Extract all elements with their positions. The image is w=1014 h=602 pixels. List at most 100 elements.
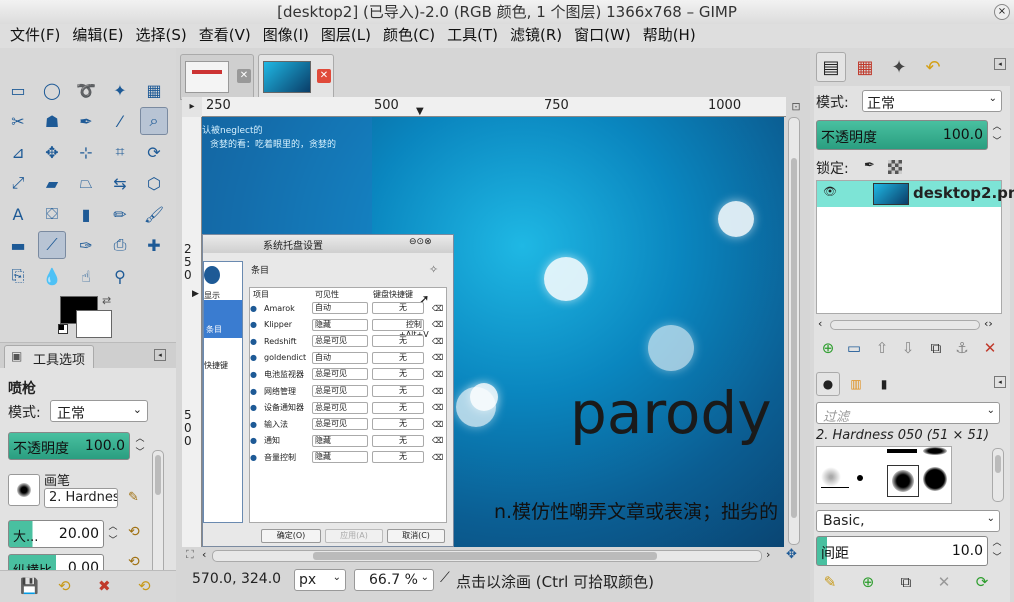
shortcut-button[interactable]: 无 xyxy=(372,368,424,381)
menu-filters[interactable]: 滤镜(R) xyxy=(504,24,568,48)
visibility-dropdown[interactable]: 总是可见 xyxy=(312,401,368,414)
shortcut-button[interactable]: 无 xyxy=(372,385,424,397)
brush-swatch[interactable] xyxy=(923,467,947,491)
blur-icon[interactable]: 💧 xyxy=(38,262,66,290)
clear-shortcut-icon[interactable]: ⌫ xyxy=(432,370,443,379)
clear-shortcut-icon[interactable]: ⌫ xyxy=(432,304,443,313)
foreground-select-icon[interactable]: ☗ xyxy=(38,107,66,135)
size-slider[interactable]: 大... 20.00 xyxy=(8,520,104,548)
save-options-icon[interactable]: 💾 xyxy=(20,577,39,595)
close-icon[interactable]: ✕ xyxy=(237,69,251,83)
zoom-dropdown[interactable]: 66.7 % ⌄ xyxy=(354,569,434,591)
chevron-right-icon[interactable]: › xyxy=(766,548,770,561)
brush-name-field[interactable]: 2. Hardnes xyxy=(44,488,118,508)
new-group-icon[interactable]: ▭ xyxy=(844,338,864,358)
brush-swatch-selected[interactable] xyxy=(887,465,919,497)
ink-icon[interactable]: ✑ xyxy=(72,231,100,259)
delete-brush-icon[interactable]: ✕ xyxy=(934,572,954,592)
anchor-layer-icon[interactable]: ⚓ xyxy=(952,338,972,358)
visibility-dropdown[interactable]: 隐藏 xyxy=(312,451,368,464)
lower-layer-icon[interactable]: ⇩ xyxy=(898,338,918,358)
clear-shortcut-icon[interactable]: ⌫ xyxy=(432,337,443,346)
tab-paths[interactable]: ✦ xyxy=(884,52,914,82)
shortcut-button[interactable]: 无 xyxy=(372,434,424,447)
background-color[interactable] xyxy=(76,310,112,338)
brush-swatch[interactable] xyxy=(887,449,917,453)
panel-menu-icon[interactable]: ◂ xyxy=(994,58,1006,70)
image-tab-desktop2[interactable]: ✕ xyxy=(258,54,334,100)
visibility-dropdown[interactable]: 自动 xyxy=(312,351,368,364)
crop-icon[interactable]: ⌗ xyxy=(106,138,134,166)
tray-entry-row[interactable]: ● 音量控制 隐藏 无 ⌫ xyxy=(250,449,446,465)
clear-shortcut-icon[interactable]: ⌫ xyxy=(432,436,443,445)
eye-icon[interactable]: 👁 xyxy=(823,185,837,198)
brush-filter-input[interactable]: 过滤 ⌄ xyxy=(816,402,1000,425)
zoom-to-window-icon[interactable]: ⊡ xyxy=(786,97,806,117)
menu-file[interactable]: 文件(F) xyxy=(4,24,66,48)
free-select-icon[interactable]: ➰ xyxy=(72,76,100,104)
tab-gradients[interactable]: ▮ xyxy=(872,372,896,396)
paths-icon[interactable]: ✒ xyxy=(72,107,100,135)
raise-layer-icon[interactable]: ⇧ xyxy=(872,338,892,358)
move-icon[interactable]: ✥ xyxy=(38,138,66,166)
color-select-icon[interactable]: ▦ xyxy=(140,76,168,104)
rotate-icon[interactable]: ⟳ xyxy=(140,138,168,166)
brush-spacing-slider[interactable]: 间距 10.0 xyxy=(816,536,988,566)
layers-hscroll[interactable]: ‹ ‹› xyxy=(816,317,1002,332)
shortcut-button[interactable]: 无 xyxy=(372,451,424,464)
layers-hscrollbar[interactable] xyxy=(830,320,980,330)
brush-spacing-stepper[interactable]: ︿ ﹀ xyxy=(990,536,1004,566)
scissors-icon[interactable]: ✂ xyxy=(4,107,32,135)
opacity-stepper[interactable]: ︿ ﹀ xyxy=(132,432,148,460)
fuzzy-select-icon[interactable]: ✦ xyxy=(106,76,134,104)
menu-help[interactable]: 帮助(H) xyxy=(637,24,702,48)
unit-dropdown[interactable]: px ⌄ xyxy=(294,569,346,591)
panel-menu-icon[interactable]: ◂ xyxy=(154,349,166,361)
visibility-dropdown[interactable]: 总是可见 xyxy=(312,368,368,381)
cage-icon[interactable]: ⬡ xyxy=(140,169,168,197)
brush-swatch[interactable] xyxy=(821,487,849,488)
tab-tool-options[interactable]: ▣ 工具选项 xyxy=(4,345,94,369)
blend-icon[interactable]: ▮ xyxy=(72,200,100,228)
edit-brush-icon[interactable]: ✎ xyxy=(820,572,840,592)
tab-brushes[interactable]: ● xyxy=(816,372,840,396)
dialog-apply-button[interactable]: 应用(A) xyxy=(325,529,383,543)
chevron-left-icon[interactable]: ‹ xyxy=(818,317,822,330)
visibility-dropdown[interactable]: 总是可见 xyxy=(312,335,368,348)
clone-icon[interactable]: ⎙ xyxy=(106,231,134,259)
window-close-button[interactable]: ⨯ xyxy=(994,4,1010,20)
reset-size-icon[interactable]: ⟲ xyxy=(128,524,140,540)
perspective-icon[interactable]: ⏢ xyxy=(72,169,100,197)
ellipse-select-icon[interactable]: ◯ xyxy=(38,76,66,104)
layers-opacity-slider[interactable]: 不透明度 100.0 xyxy=(816,120,988,150)
delete-layer-icon[interactable]: ✕ xyxy=(980,338,1000,358)
canvas-horizontal-scrollbar[interactable] xyxy=(212,550,762,562)
zoom-icon[interactable]: ⌕ xyxy=(140,107,168,135)
visibility-dropdown[interactable]: 隐藏 xyxy=(312,434,368,447)
delete-options-icon[interactable]: ✖ xyxy=(98,577,111,595)
tab-patterns[interactable]: ▥ xyxy=(844,372,868,396)
brush-grid-scrollbar[interactable] xyxy=(992,448,1004,502)
duplicate-layer-icon[interactable]: ⧉ xyxy=(926,338,946,358)
size-stepper[interactable]: ︿ ﹀ xyxy=(106,520,120,548)
dialog-cancel-button[interactable]: 取消(C) xyxy=(387,529,445,543)
tray-entry-row[interactable]: ● 设备通知器 总是可见 无 ⌫ xyxy=(250,400,446,416)
menu-image[interactable]: 图像(I) xyxy=(257,24,315,48)
sidebar-item-entries-selected[interactable]: 条目 xyxy=(204,300,242,338)
brush-swatch[interactable] xyxy=(923,447,947,455)
heal-icon[interactable]: ✚ xyxy=(140,231,168,259)
panel-menu-icon[interactable]: ◂ xyxy=(994,376,1006,388)
duplicate-brush-icon[interactable]: ⧉ xyxy=(896,572,916,592)
menu-view[interactable]: 查看(V) xyxy=(193,24,257,48)
chevron-right-icon[interactable]: ‹› xyxy=(984,317,993,330)
tray-entry-row[interactable]: ● 电池监视器 总是可见 无 ⌫ xyxy=(250,366,446,382)
sidebar-item-shortcuts[interactable]: 快捷键 xyxy=(204,360,228,371)
clear-shortcut-icon[interactable]: ⌫ xyxy=(432,353,443,362)
color-picker-icon[interactable]: ⁄ xyxy=(106,107,134,135)
close-icon[interactable]: ✕ xyxy=(317,69,331,83)
shortcut-button[interactable]: 无 xyxy=(372,351,424,364)
brush-preset-dropdown[interactable]: Basic, ⌄ xyxy=(816,510,1000,532)
clear-shortcut-icon[interactable]: ⌫ xyxy=(432,403,443,412)
new-layer-icon[interactable]: ⊕ xyxy=(818,338,838,358)
scale-icon[interactable]: ⤢ xyxy=(4,169,32,197)
